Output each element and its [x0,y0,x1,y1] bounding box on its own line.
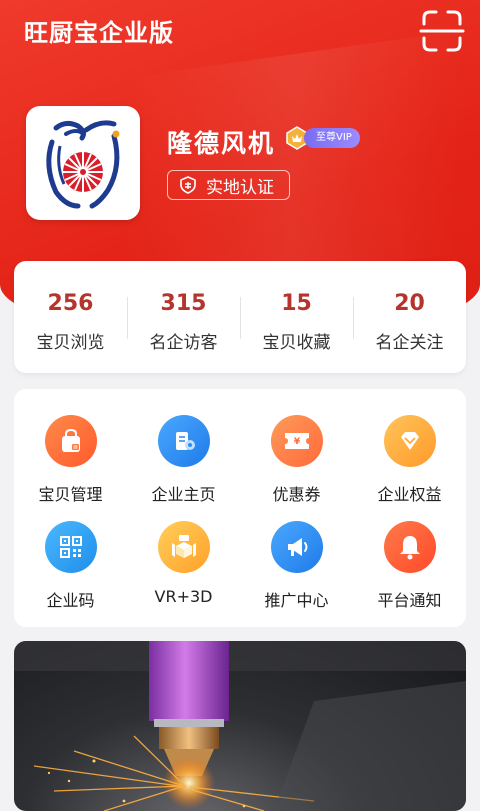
scan-icon [419,10,465,52]
stat-value: 315 [160,291,207,316]
vr-3d-cube-icon [157,521,210,573]
app-title: 旺厨宝企业版 [24,19,174,47]
stat-label: 名企关注 [375,333,444,353]
certification-label: 实地认证 [206,177,274,198]
vip-badge: 至尊VIP [284,126,360,150]
stats-card: 256 宝贝浏览 315 名企访客 15 宝贝收藏 20 名企关注 [14,261,466,373]
stat-label: 宝贝浏览 [36,333,105,353]
menu-item-company-code[interactable]: 企业码 [14,521,127,621]
shopping-bag-icon [44,415,97,467]
menu-item-label: 平台通知 [377,591,442,610]
svg-text:¥: ¥ [293,437,300,447]
menu-item-company-benefits[interactable]: 企业权益 [353,415,466,515]
menu-item-label: 企业码 [46,591,95,610]
menu-item-label: 企业权益 [377,485,442,504]
company-name: 隆德风机 [167,129,276,158]
company-logo-icon [46,120,120,209]
promo-banner[interactable] [14,641,466,811]
scan-button[interactable] [418,8,466,54]
menu-item-vr-3d[interactable]: VR+3D [127,521,240,621]
certification-tag[interactable]: 实地认证 [167,170,290,200]
stat-label: 宝贝收藏 [262,333,331,353]
menu-item-platform-notice[interactable]: 平台通知 [353,521,466,621]
menu-item-coupon[interactable]: ¥ 优惠券 [240,415,353,515]
megaphone-icon [270,521,323,573]
menu-item-label: VR+3D [154,587,213,606]
menu-item-label: 优惠券 [272,485,321,504]
company-logo[interactable] [26,106,140,220]
stat-value: 20 [394,291,425,316]
company-homepage-icon [157,415,210,467]
qr-code-icon [44,521,97,573]
menu-item-label: 企业主页 [151,485,216,504]
menu-item-label: 宝贝管理 [38,485,103,504]
menu-item-product-management[interactable]: 宝贝管理 [14,415,127,515]
bell-icon [383,521,436,573]
coupon-icon: ¥ [270,415,323,467]
stat-label: 名企访客 [149,333,218,353]
stat-value: 15 [281,291,312,316]
stat-item-views[interactable]: 256 宝贝浏览 [14,261,127,373]
stat-item-visitors[interactable]: 315 名企访客 [127,261,240,373]
feature-grid: 宝贝管理 企业主页 ¥ 优惠券 企业权益 企业码 VR+3D 推广中心 平台通知 [14,389,466,627]
shield-icon [178,175,198,195]
stat-item-follows[interactable]: 20 名企关注 [353,261,466,373]
stat-item-favorites[interactable]: 15 宝贝收藏 [240,261,353,373]
stat-value: 256 [47,291,94,316]
diamond-icon [383,415,436,467]
menu-item-promotion-center[interactable]: 推广中心 [240,521,353,621]
menu-item-label: 推广中心 [264,591,329,610]
menu-item-company-homepage[interactable]: 企业主页 [127,415,240,515]
vip-label: 至尊VIP [304,128,360,148]
laser-cutter-image [14,641,466,811]
